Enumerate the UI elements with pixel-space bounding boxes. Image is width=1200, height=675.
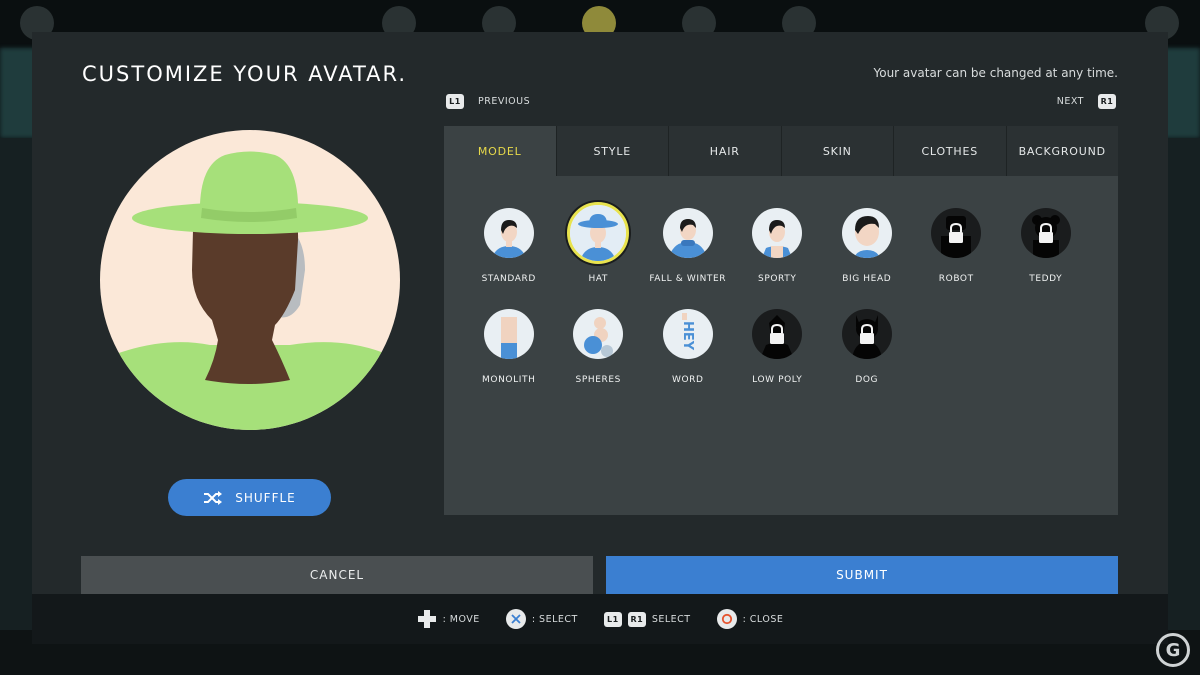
previous-nav[interactable]: L1 PREVIOUS xyxy=(446,94,530,109)
model-row: MONOLITH SPHERES HEY WORD LOW POLY DOG xyxy=(464,309,1091,410)
model-label: BIG HEAD xyxy=(842,274,892,284)
model-option-fall-winter[interactable]: FALL & WINTER xyxy=(643,208,733,309)
tab-style[interactable]: STYLE xyxy=(557,126,669,176)
tab-background[interactable]: BACKGROUND xyxy=(1007,126,1119,176)
hat-avatar-preview-icon xyxy=(100,151,400,430)
model-label: ROBOT xyxy=(938,274,974,284)
word-avatar-text: HEY xyxy=(680,321,695,351)
model-option-low-poly[interactable]: LOW POLY xyxy=(733,309,823,410)
model-label: DOG xyxy=(855,375,879,385)
shoulder-select-label: SELECT xyxy=(651,613,691,625)
lock-icon xyxy=(931,208,982,258)
model-row: STANDARD HAT FALL & WINTER SPORTY BIG HE… xyxy=(464,202,1091,309)
model-option-hat[interactable]: HAT xyxy=(554,202,644,309)
model-label: SPHERES xyxy=(575,375,621,385)
r1-button-icon: R1 xyxy=(627,611,646,627)
r1-button-icon: R1 xyxy=(1098,94,1116,109)
close-hint: : CLOSE xyxy=(716,609,784,629)
lock-icon xyxy=(752,309,803,359)
model-label: STANDARD xyxy=(481,274,536,284)
big-head-avatar-icon xyxy=(841,208,892,258)
model-option-spheres[interactable]: SPHERES xyxy=(554,309,644,410)
select-hint: : SELECT xyxy=(505,609,578,629)
model-option-robot[interactable]: ROBOT xyxy=(912,208,1002,309)
model-option-sporty[interactable]: SPORTY xyxy=(733,208,823,309)
model-option-dog[interactable]: DOG xyxy=(822,309,912,410)
model-option-big-head[interactable]: BIG HEAD xyxy=(822,208,912,309)
model-grid: STANDARD HAT FALL & WINTER SPORTY BIG HE… xyxy=(464,202,1091,410)
sporty-avatar-icon xyxy=(752,208,803,258)
tab-model[interactable]: MODEL xyxy=(444,126,557,176)
customize-avatar-dialog: CUSTOMIZE YOUR AVATAR. Your avatar can b… xyxy=(32,32,1168,644)
category-tabs: MODEL STYLE HAIR SKIN CLOTHES BACKGROUND xyxy=(444,126,1118,176)
model-option-standard[interactable]: STANDARD xyxy=(464,208,554,309)
close-hint-label: : CLOSE xyxy=(742,613,784,625)
lock-icon xyxy=(1020,208,1071,258)
hat-avatar-icon xyxy=(567,202,630,264)
fall-winter-avatar-icon xyxy=(662,208,713,258)
site-logo-icon: G xyxy=(1156,633,1190,667)
spheres-avatar-icon xyxy=(573,309,624,359)
word-avatar-icon: HEY xyxy=(662,309,713,359)
lock-icon xyxy=(841,309,892,359)
shuffle-button[interactable]: SHUFFLE xyxy=(168,479,331,516)
model-label: HAT xyxy=(588,274,609,284)
model-label: WORD xyxy=(671,375,704,385)
model-option-monolith[interactable]: MONOLITH xyxy=(464,309,554,410)
model-label: SPORTY xyxy=(758,274,797,284)
circle-button-icon xyxy=(716,609,737,629)
model-option-teddy[interactable]: TEDDY xyxy=(1001,208,1091,309)
cross-button-icon xyxy=(505,609,526,629)
tab-clothes[interactable]: CLOTHES xyxy=(894,126,1007,176)
model-label: TEDDY xyxy=(1029,274,1063,284)
tab-hair[interactable]: HAIR xyxy=(669,126,782,176)
l1-button-icon: L1 xyxy=(603,611,622,627)
model-label: MONOLITH xyxy=(482,375,536,385)
customization-panel: MODEL STYLE HAIR SKIN CLOTHES BACKGROUND… xyxy=(444,126,1118,515)
cancel-button[interactable]: CANCEL xyxy=(81,556,593,594)
model-label: FALL & WINTER xyxy=(649,274,727,284)
dpad-icon xyxy=(417,610,436,628)
previous-label: PREVIOUS xyxy=(478,96,531,107)
model-option-word[interactable]: HEY WORD xyxy=(643,309,733,410)
next-label: NEXT xyxy=(1056,96,1084,107)
dialog-hint: Your avatar can be changed at any time. xyxy=(873,66,1119,80)
move-hint: : MOVE xyxy=(417,609,480,629)
controller-hints: : MOVE : SELECT L1 R1 SELECT : CLOSE xyxy=(32,594,1168,644)
select-hint-label: : SELECT xyxy=(531,613,578,625)
shoulder-select-hint: L1 R1 SELECT xyxy=(603,611,691,627)
dialog-title: CUSTOMIZE YOUR AVATAR. xyxy=(82,62,408,86)
shuffle-icon xyxy=(204,490,223,505)
tab-skin[interactable]: SKIN xyxy=(782,126,894,176)
move-hint-label: : MOVE xyxy=(442,613,480,625)
model-label: LOW POLY xyxy=(752,375,803,385)
l1-button-icon: L1 xyxy=(446,94,464,109)
next-nav[interactable]: NEXT R1 xyxy=(1057,94,1116,109)
shuffle-label: SHUFFLE xyxy=(235,490,296,505)
standard-avatar-icon xyxy=(483,208,534,258)
avatar-preview xyxy=(100,130,400,430)
submit-button[interactable]: SUBMIT xyxy=(606,556,1118,594)
monolith-avatar-icon xyxy=(483,309,534,359)
